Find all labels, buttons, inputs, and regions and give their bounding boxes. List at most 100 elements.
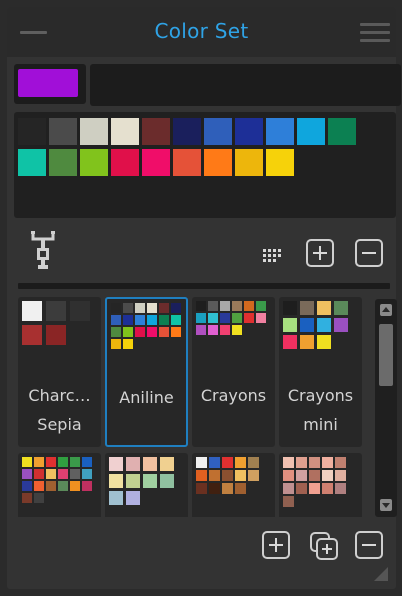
thumbnail-swatch: [235, 470, 246, 481]
color-swatch[interactable]: [266, 118, 294, 145]
color-swatch[interactable]: [204, 149, 232, 176]
thumbnail-swatch: [283, 301, 297, 315]
color-swatch[interactable]: [142, 118, 170, 145]
thumbnail-swatch: [220, 313, 230, 323]
thumbnail-swatch: [58, 469, 68, 479]
resize-grip-icon[interactable]: [374, 567, 388, 581]
color-swatch[interactable]: [235, 118, 263, 145]
panel-titlebar: Color Set: [7, 7, 396, 57]
swatch-grid-icon[interactable]: [263, 249, 283, 265]
thumbnail-swatch: [123, 303, 133, 313]
thumbnail-swatch: [309, 483, 320, 494]
thumbnail-swatch: [70, 469, 80, 479]
minus-icon: [362, 544, 376, 546]
color-swatch[interactable]: [18, 118, 46, 145]
color-swatch[interactable]: [80, 118, 108, 145]
panel-menu-icon[interactable]: [360, 23, 390, 43]
thumbnail-swatch: [222, 457, 233, 468]
thumbnail-swatch: [296, 483, 307, 494]
color-set-card[interactable]: [192, 453, 275, 517]
color-set-label-line1: Crayons: [200, 386, 267, 405]
thumbnail-swatch: [256, 301, 266, 311]
thumbnail-swatch: [232, 325, 242, 335]
thumbnail-swatch: [209, 470, 220, 481]
color-swatch[interactable]: [235, 149, 263, 176]
thumbnail-swatch: [70, 301, 90, 321]
thumbnail-swatch: [335, 457, 346, 468]
color-set-card[interactable]: Crayons mini: [279, 297, 362, 447]
thumbnail-swatch: [300, 301, 314, 315]
color-swatch[interactable]: [49, 149, 77, 176]
color-swatch[interactable]: [111, 149, 139, 176]
color-swatch[interactable]: [266, 149, 294, 176]
scroll-down-icon[interactable]: [380, 499, 392, 511]
add-color-set-button[interactable]: [262, 531, 290, 559]
color-swatch[interactable]: [173, 118, 201, 145]
remove-color-button[interactable]: [355, 239, 383, 267]
color-set-card[interactable]: Crayons: [192, 297, 275, 447]
thumbnail-swatch: [244, 301, 254, 311]
thumbnail-swatch: [256, 313, 266, 323]
thumbnail-swatch: [196, 313, 206, 323]
color-swatch[interactable]: [49, 118, 77, 145]
current-color-swatch[interactable]: [18, 69, 78, 97]
thumbnail-swatch: [109, 474, 123, 488]
thumbnail-swatch: [70, 481, 80, 491]
add-color-button[interactable]: [306, 239, 334, 267]
color-set-scrollbar[interactable]: [375, 299, 397, 517]
thumbnail-swatch: [22, 457, 32, 467]
thumbnail-swatch: [126, 457, 140, 471]
color-swatch[interactable]: [142, 149, 170, 176]
scrollbar-thumb[interactable]: [379, 324, 393, 386]
thumbnail-swatch: [248, 470, 259, 481]
color-set-thumbnail: [196, 301, 269, 369]
thumbnail-swatch: [283, 483, 294, 494]
thumbnail-swatch: [235, 483, 246, 494]
node-tree-icon[interactable]: [28, 229, 58, 271]
color-swatch[interactable]: [80, 149, 108, 176]
thumbnail-swatch: [160, 457, 174, 471]
color-set-card[interactable]: [279, 453, 362, 517]
color-set-label-line1: Aniline: [119, 388, 174, 407]
color-set-card[interactable]: [18, 453, 101, 517]
thumbnail-swatch: [70, 457, 80, 467]
remove-color-set-button[interactable]: [355, 531, 383, 559]
thumbnail-swatch: [244, 313, 254, 323]
thumbnail-swatch: [111, 339, 121, 349]
color-set-list[interactable]: Charc… Sepia Aniline Crayons Crayons mini: [18, 297, 373, 517]
color-swatch[interactable]: [111, 118, 139, 145]
color-swatch-grid[interactable]: [14, 112, 396, 218]
thumbnail-swatch: [317, 301, 331, 315]
color-set-label-line1: Crayons: [287, 386, 354, 405]
thumbnail-swatch: [334, 301, 348, 315]
color-set-card[interactable]: Charc… Sepia: [18, 297, 101, 447]
color-set-thumbnail: [109, 457, 182, 517]
color-swatch[interactable]: [297, 118, 325, 145]
thumbnail-swatch: [147, 315, 157, 325]
thumbnail-swatch: [317, 335, 331, 349]
scroll-up-icon[interactable]: [380, 304, 392, 316]
thumbnail-swatch: [22, 325, 42, 345]
thumbnail-swatch: [143, 474, 157, 488]
thumbnail-swatch: [111, 303, 121, 313]
color-set-card[interactable]: Aniline: [105, 297, 188, 447]
color-name-field[interactable]: [90, 64, 401, 106]
thumbnail-swatch: [196, 325, 206, 335]
thumbnail-swatch: [283, 470, 294, 481]
thumbnail-swatch: [159, 327, 169, 337]
color-swatch[interactable]: [173, 149, 201, 176]
color-swatch[interactable]: [204, 118, 232, 145]
thumbnail-swatch: [147, 303, 157, 313]
thumbnail-swatch: [300, 318, 314, 332]
color-set-label: Crayons: [192, 381, 275, 410]
current-color-well[interactable]: [14, 64, 86, 104]
duplicate-color-set-button[interactable]: [309, 531, 338, 560]
color-swatch[interactable]: [18, 149, 46, 176]
thumbnail-swatch: [232, 313, 242, 323]
color-set-label: Crayons mini: [279, 381, 362, 439]
color-set-thumbnail: [22, 457, 95, 517]
thumbnail-swatch: [196, 470, 207, 481]
color-set-card[interactable]: [105, 453, 188, 517]
color-swatch[interactable]: [328, 118, 356, 145]
thumbnail-swatch: [109, 491, 123, 505]
